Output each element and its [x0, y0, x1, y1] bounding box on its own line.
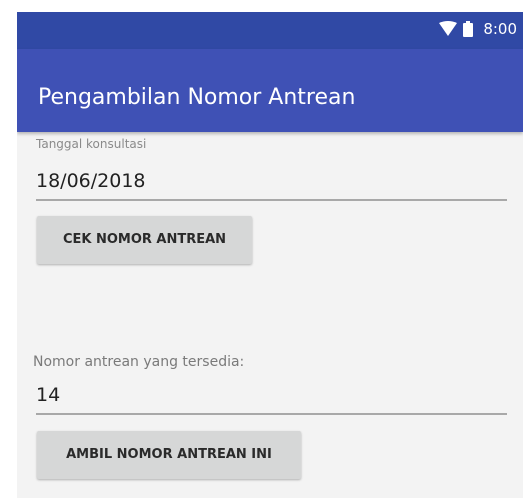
check-queue-number-button[interactable]: CEK NOMOR ANTREAN — [37, 216, 252, 264]
battery-icon — [463, 21, 474, 37]
queue-number-field[interactable]: 14 — [36, 384, 507, 415]
phone-screen: 8:00 Pengambilan Nomor Antrean Tanggal k… — [17, 12, 523, 498]
take-queue-number-button[interactable]: AMBIL NOMOR ANTREAN INI — [37, 431, 301, 479]
available-queue-label: Nomor antrean yang tersedia: — [33, 354, 245, 370]
status-icons: 8:00 — [439, 20, 517, 38]
status-bar: 8:00 — [17, 12, 523, 49]
app-bar: Pengambilan Nomor Antrean — [17, 49, 523, 132]
app-title: Pengambilan Nomor Antrean — [38, 85, 356, 110]
status-time: 8:00 — [483, 20, 517, 38]
date-label: Tanggal konsultasi — [36, 137, 147, 151]
wifi-icon — [439, 21, 458, 36]
date-field[interactable]: 18/06/2018 — [36, 170, 507, 201]
